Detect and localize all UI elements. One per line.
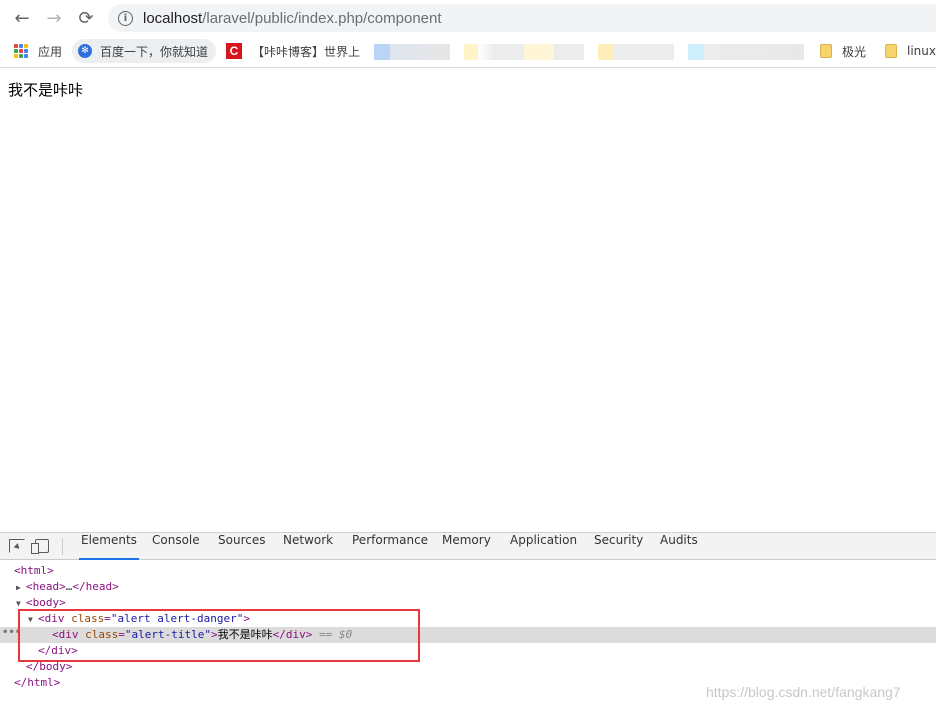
page-text: 我不是咔咔 [8, 81, 84, 99]
bookmark-kaka-blog[interactable]: C 【咔咔博客】世界上 [226, 39, 366, 63]
devtools-toolbar: Elements Console Sources Network Perform… [0, 533, 936, 560]
tag-head-close: </head> [72, 580, 119, 593]
back-arrow-icon[interactable]: ← [10, 7, 34, 29]
baidu-paw-icon: ✻ [78, 44, 92, 58]
apps-grid-icon [14, 44, 28, 58]
folder-icon [820, 44, 832, 58]
tab-console[interactable]: Console [150, 533, 202, 560]
tab-elements[interactable]: Elements [79, 533, 139, 560]
device-toolbar-icon[interactable] [31, 539, 49, 554]
bookmark-apps-label: 应用 [38, 44, 63, 59]
bookmark-baidu-label: 百度一下，你就知道 [100, 44, 209, 59]
bookmark-kaka-label: 【咔咔博客】世界上 [252, 44, 361, 59]
bookmark-apps[interactable]: 应用 [14, 39, 62, 63]
url-host: localhost [143, 9, 203, 27]
url-path: /laravel/public/index.php/component [202, 9, 442, 27]
bookmark-folder-jiguang[interactable]: 极光 [820, 39, 866, 63]
forward-arrow-icon[interactable]: → [42, 7, 66, 29]
toolbar-divider [62, 538, 63, 555]
kaka-blog-icon: C [226, 43, 242, 59]
tag-html-open: <html> [14, 564, 54, 577]
tab-audits[interactable]: Audits [658, 533, 700, 560]
bookmark-folder-linux-label: linux [907, 44, 936, 58]
dom-node-head[interactable]: ▶ <head>…</head> [0, 579, 936, 595]
watermark: https://blog.csdn.net/fangkang7 [706, 684, 901, 700]
tab-memory[interactable]: Memory [440, 533, 493, 560]
redacted-bookmarks [374, 44, 804, 60]
bookmark-baidu[interactable]: ✻ 百度一下，你就知道 [72, 39, 216, 63]
address-bar[interactable]: i localhost/laravel/public/index.php/com… [108, 4, 936, 32]
bookmark-folder-jiguang-label: 极光 [842, 44, 867, 59]
tab-sources[interactable]: Sources [216, 533, 267, 560]
red-highlight-box [18, 609, 420, 662]
inspect-element-icon[interactable] [9, 539, 25, 553]
reload-icon[interactable]: ⟳ [74, 7, 98, 29]
tab-performance[interactable]: Performance [350, 533, 430, 560]
tab-security[interactable]: Security [592, 533, 645, 560]
info-icon[interactable]: i [118, 10, 133, 26]
tab-network[interactable]: Network [281, 533, 335, 560]
tag-body-open: <body> [26, 596, 66, 609]
folder-icon [885, 44, 897, 58]
dom-node-html[interactable]: <html> [0, 563, 936, 579]
tag-head: <head> [26, 580, 66, 593]
browser-toolbar: ← → ⟳ i localhost/laravel/public/index.p… [0, 0, 936, 68]
tab-application[interactable]: Application [508, 533, 579, 560]
collapsed-triangle-icon[interactable]: ▶ [16, 580, 26, 596]
tag-html-close: </html> [14, 676, 61, 689]
bookmark-folder-linux[interactable]: linux [885, 39, 936, 63]
